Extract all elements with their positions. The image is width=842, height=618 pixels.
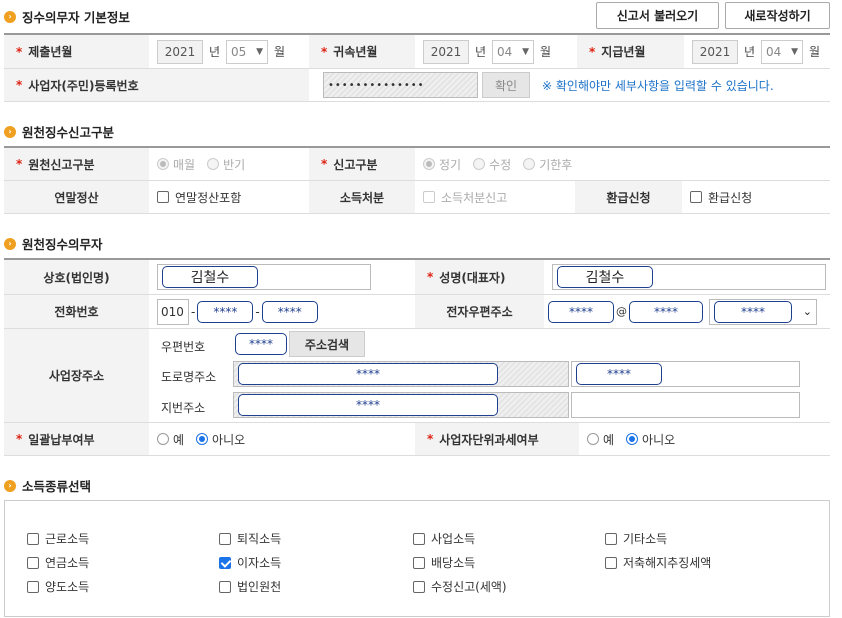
income-wage[interactable]: 근로소득 xyxy=(27,530,89,547)
phone-last-input[interactable]: **** xyxy=(261,300,318,323)
road-address-input[interactable]: **** xyxy=(233,361,569,387)
bullet-icon: › xyxy=(4,125,16,138)
section-title-income: › 소득종류선택 xyxy=(4,476,91,495)
section-title-withholder: › 원천징수의무자 xyxy=(4,234,103,253)
road-detail-input[interactable]: **** xyxy=(571,361,800,387)
submit-label: * 제출년월 xyxy=(4,35,149,68)
lot-detail-input[interactable] xyxy=(571,392,800,418)
pay-month-select[interactable]: 04 ▼ xyxy=(761,39,804,64)
half-radio[interactable] xyxy=(207,158,220,170)
report-type-table: * 원천신고구분 매월 반기 * 신고구분 정기 수정 기한후 연말정산 연말정산포… xyxy=(4,146,830,214)
bullet-icon: › xyxy=(4,10,16,23)
income-pension[interactable]: 연금소득 xyxy=(27,554,89,571)
company-input[interactable]: 김철수 xyxy=(157,264,371,290)
lot-address-input[interactable]: **** xyxy=(233,392,569,418)
rep-name-input[interactable]: 김철수 xyxy=(552,264,826,290)
batch-yes-radio[interactable] xyxy=(157,433,169,445)
email-domain-select[interactable]: **** ⌄ xyxy=(709,298,817,325)
address-search-button[interactable]: 주소검색 xyxy=(289,331,365,357)
income-savings-penalty[interactable]: 저축해지추징세액 xyxy=(605,554,711,571)
unit-yes-radio[interactable] xyxy=(587,433,599,445)
attrib-label: * 귀속년월 xyxy=(309,35,415,68)
submit-month-select[interactable]: 05 ▼ xyxy=(226,39,269,64)
new-write-button[interactable]: 새로작성하기 xyxy=(725,2,830,29)
income-amended[interactable]: 수정신고(세액) xyxy=(413,578,507,595)
load-report-button[interactable]: 신고서 불러오기 xyxy=(596,2,719,29)
bizno-label: * 사업자(주민)등록번호 xyxy=(4,69,309,101)
income-retirement[interactable]: 퇴직소득 xyxy=(219,530,281,547)
batch-no-radio[interactable] xyxy=(196,433,209,445)
unit-no-radio[interactable] xyxy=(626,433,639,445)
income-transfer[interactable]: 양도소득 xyxy=(27,578,89,595)
chevron-down-icon: ▼ xyxy=(256,46,264,57)
attrib-year: 2021 xyxy=(423,39,469,64)
income-corporate[interactable]: 법인원천 xyxy=(219,578,281,595)
monthly-radio[interactable] xyxy=(157,158,169,170)
attrib-month-select[interactable]: 04 ▼ xyxy=(492,39,535,64)
confirm-button[interactable]: 확인 xyxy=(482,72,530,98)
income-other[interactable]: 기타소득 xyxy=(605,530,667,547)
zip-input[interactable]: **** xyxy=(235,333,287,355)
withholder-table: 상호(법인명) 김철수 * 성명(대표자) 김철수 전화번호 010 - ****… xyxy=(4,258,830,456)
chevron-down-icon: ⌄ xyxy=(802,305,812,318)
amend-radio[interactable] xyxy=(473,158,486,170)
submit-year: 2021 xyxy=(157,39,203,64)
late-radio[interactable] xyxy=(523,158,536,170)
regular-radio[interactable] xyxy=(423,158,435,170)
email-domain-input[interactable]: **** xyxy=(629,300,703,323)
pay-year: 2021 xyxy=(692,39,738,64)
basic-info-table: * 제출년월 2021 년 05 ▼ 월 * 귀속년월 2021 년 04 ▼ 월 * 지… xyxy=(4,33,830,102)
bullet-icon: › xyxy=(4,479,16,492)
income-interest[interactable]: 이자소득 xyxy=(219,554,281,571)
refund-checkbox[interactable] xyxy=(690,191,702,203)
phone-prefix-input[interactable]: 010 xyxy=(157,298,189,325)
income-business[interactable]: 사업소득 xyxy=(413,530,475,547)
disposal-checkbox[interactable] xyxy=(423,191,435,203)
bullet-icon: › xyxy=(4,237,16,250)
section-title-basic: › 징수의무자 기본정보 xyxy=(4,7,130,26)
pay-label: * 지급년월 xyxy=(577,35,684,68)
bizno-input[interactable]: •••••••••••••• xyxy=(323,72,478,98)
income-type-box: 근로소득 퇴직소득 사업소득 기타소득 연금소득 이자소득 배당소득 저축해지추… xyxy=(4,500,830,617)
section-title-report: › 원천징수신고구분 xyxy=(4,122,114,141)
chevron-down-icon: ▼ xyxy=(791,46,799,57)
check-icon xyxy=(219,556,231,569)
income-dividend[interactable]: 배당소득 xyxy=(413,554,475,571)
chevron-down-icon: ▼ xyxy=(522,46,530,57)
phone-middle-input[interactable]: **** xyxy=(197,300,254,323)
email-user-input[interactable]: **** xyxy=(548,300,614,323)
notice-text: ※ 확인해야만 세부사항을 입력할 수 있습니다. xyxy=(542,78,774,93)
yearend-checkbox[interactable] xyxy=(157,191,169,203)
